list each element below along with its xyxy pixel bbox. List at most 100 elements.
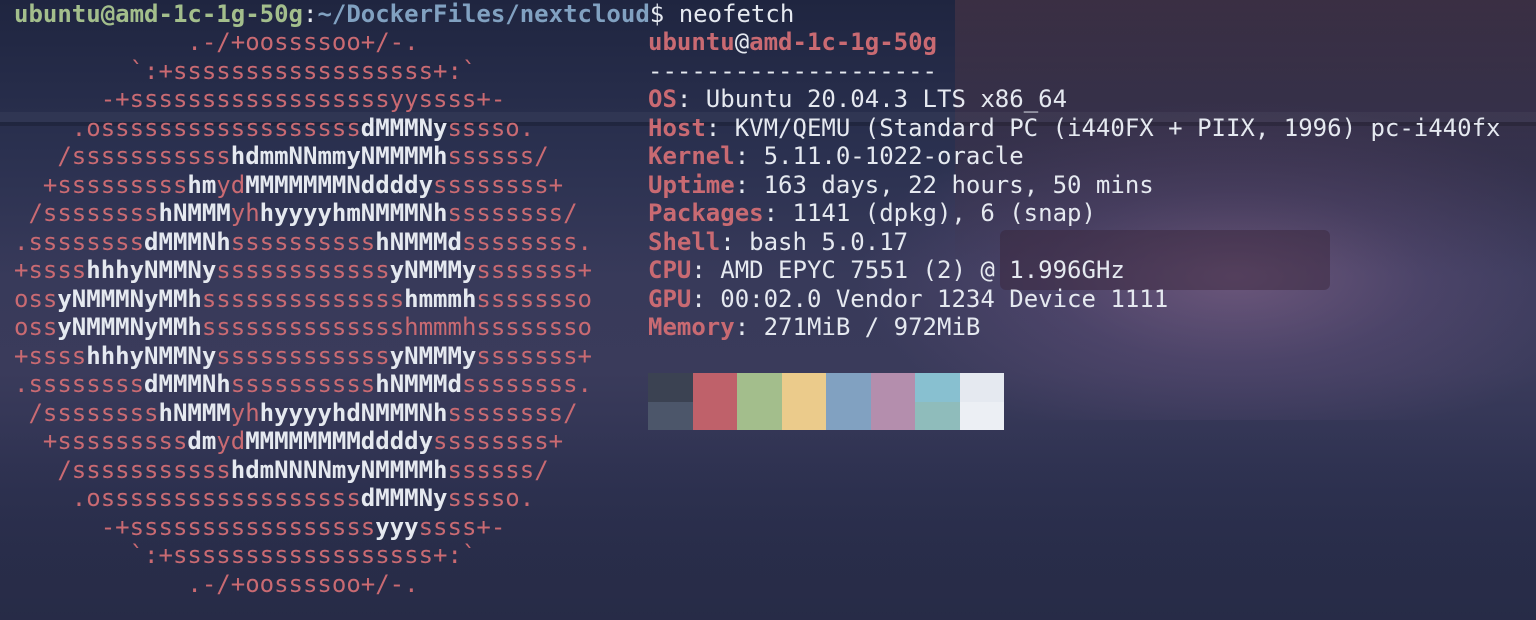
logo-segment: hyyyyhdNMMMNh <box>259 398 448 427</box>
logo-segment: ssss+- <box>418 512 506 541</box>
logo-segment: hhhyNMMNy <box>86 256 217 284</box>
logo-segment: oss <box>14 284 58 313</box>
info-at: @ <box>734 28 750 56</box>
prompt-colon: : <box>302 0 318 28</box>
logo-segment: dMMMNh <box>144 227 231 256</box>
prompt-user-host: ubuntu@amd-1c-1g-50g <box>14 0 303 28</box>
info-host: amd-1c-1g-50g <box>749 28 937 56</box>
logo-segment: hNMMMd <box>375 227 462 256</box>
info-separator: -------------------- <box>648 56 937 85</box>
logo-line: `:+ssssssssssssssssss+:` <box>14 541 477 570</box>
logo-segment: oss <box>14 313 58 341</box>
logo-segment: yyy <box>375 512 419 541</box>
color-swatch <box>737 401 782 430</box>
logo-segment: .ossssssssssssssssss <box>14 113 361 142</box>
info-key: Kernel <box>648 142 735 170</box>
logo-line: .ssssssssdMMMNhsssssssssshNMMMdssssssss. <box>14 228 592 257</box>
logo-segment: `:+ssssssssssssssssss+:` <box>14 56 477 85</box>
info-value: : AMD EPYC 7551 (2) @ 1.996GHz <box>691 256 1125 284</box>
logo-line: +sssshhhyNMMNyssssssssssssyNMMMysssssss+ <box>14 256 592 285</box>
info-row-uptime: Uptime: 163 days, 22 hours, 50 mins <box>648 171 1154 200</box>
logo-segment: +ssss <box>14 256 87 284</box>
logo-segment: hm <box>187 170 217 199</box>
color-swatch <box>692 401 737 430</box>
logo-line: .-/+oossssoo+/-. <box>14 28 419 57</box>
logo-segment: ssssssss. <box>461 370 592 398</box>
logo-segment: yd <box>216 427 246 455</box>
prompt-symbol: $ <box>649 0 665 28</box>
info-title: ubuntu@amd-1c-1g-50g <box>648 28 937 57</box>
logo-segment: .ssssssss <box>14 227 145 256</box>
logo-segment: sssssss+ <box>476 341 592 370</box>
logo-line: -+ssssssssssssssssssyyssss+- <box>14 85 506 114</box>
color-swatch <box>648 401 693 430</box>
logo-segment: sssssssssssssshmmmhssssssso <box>201 313 592 341</box>
logo-segment: ssssssssss <box>230 370 376 398</box>
logo-segment: +ssss <box>14 341 87 370</box>
info-key: Memory <box>648 313 735 341</box>
logo-segment: .-/+oossssoo+/-. <box>14 28 419 56</box>
logo-segment: -+ssssssssssssssssssyyssss+- <box>14 85 506 113</box>
prompt-line: ubuntu@amd-1c-1g-50g:~/DockerFiles/nextc… <box>14 0 794 28</box>
info-key: CPU <box>648 256 692 284</box>
logo-segment: dMMMNy <box>360 113 448 142</box>
color-swatch <box>781 401 826 430</box>
logo-segment: yNMMMy <box>389 256 477 284</box>
color-swatch <box>870 373 915 402</box>
color-swatch <box>648 373 693 402</box>
info-key: Host <box>648 113 706 142</box>
logo-line: .ossssssssssssssssssdMMMNysssso. <box>14 484 534 513</box>
logo-segment: hmmmh <box>404 284 477 313</box>
logo-segment: hhhyNMMNy <box>86 341 217 370</box>
logo-segment: ssssssss+ <box>433 427 564 455</box>
logo-segment: /sssssssssss <box>14 142 231 170</box>
color-palette <box>648 373 1004 430</box>
logo-line: .-/+oossssoo+/-. <box>14 569 419 599</box>
logo-segment: yNMMMNyMMh <box>57 284 202 313</box>
color-swatch <box>781 373 826 402</box>
logo-segment: MMMMMMMMddddy <box>245 427 434 455</box>
logo-segment: `:+ssssssssssssssssss+:` <box>14 541 477 569</box>
info-value: : bash 5.0.17 <box>720 227 909 256</box>
logo-segment: ssssssss. <box>461 227 592 256</box>
prompt-path: ~/DockerFiles/nextcloud <box>317 0 650 28</box>
info-value: : 271MiB / 972MiB <box>734 313 981 341</box>
logo-segment: .-/+oossssoo+/-. <box>14 569 419 598</box>
info-key: Shell <box>648 227 721 256</box>
logo-line: +ssssssssshmydMMMMMMMNddddyssssssss+ <box>14 171 563 200</box>
info-key: GPU <box>648 284 692 313</box>
logo-segment: .ssssssss <box>14 370 145 398</box>
info-row-memory: Memory: 271MiB / 972MiB <box>648 313 980 342</box>
info-value: : Ubuntu 20.04.3 LTS x86_64 <box>676 85 1068 113</box>
logo-segment: ssssssssss <box>230 227 376 256</box>
logo-segment: MMMMMMMNddddy <box>245 170 434 199</box>
color-swatch <box>692 373 737 402</box>
info-row-shell: Shell: bash 5.0.17 <box>648 228 908 257</box>
logo-segment: /ssssssss <box>14 398 159 427</box>
logo-segment: +sssssssss <box>14 170 188 199</box>
info-value: : 1141 (dpkg), 6 (snap) <box>763 199 1096 227</box>
info-row-packages: Packages: 1141 (dpkg), 6 (snap) <box>648 199 1096 228</box>
logo-segment: ssssssss/ <box>447 398 578 427</box>
logo-line: ossyNMMMNyMMhsssssssssssssshmmmhssssssso <box>14 313 592 342</box>
info-key: Uptime <box>648 170 735 199</box>
info-value: : 163 days, 22 hours, 50 mins <box>734 170 1154 199</box>
logo-segment: hNMMM <box>158 398 231 427</box>
logo-segment: ssssssssssss <box>216 341 390 370</box>
info-value: : 5.11.0-1022-oracle <box>734 142 1024 170</box>
logo-line: /ssssssssssshdmmNNmmyNMMMMhssssss/ <box>14 142 548 171</box>
color-swatch <box>915 401 960 430</box>
color-swatch <box>959 401 1004 430</box>
logo-segment: yh <box>230 199 260 227</box>
color-swatch <box>959 373 1004 402</box>
info-user: ubuntu <box>648 28 735 56</box>
logo-line: /ssssssssssshdmNNNNmyNMMMMhssssss/ <box>14 455 548 485</box>
logo-line: `:+ssssssssssssssssss+:` <box>14 56 477 86</box>
info-value: : KVM/QEMU (Standard PC (i440FX + PIIX, … <box>705 113 1501 142</box>
logo-segment: /sssssssssss <box>14 455 231 484</box>
logo-line: +sssssssssdmydMMMMMMMMddddyssssssss+ <box>14 427 563 456</box>
logo-segment: ssssssso <box>476 284 592 313</box>
info-value: : 00:02.0 Vendor 1234 Device 1111 <box>691 284 1169 313</box>
terminal-window[interactable]: ubuntu@amd-1c-1g-50g:~/DockerFiles/nextc… <box>0 0 1536 620</box>
logo-segment: sssssss+ <box>476 256 592 284</box>
